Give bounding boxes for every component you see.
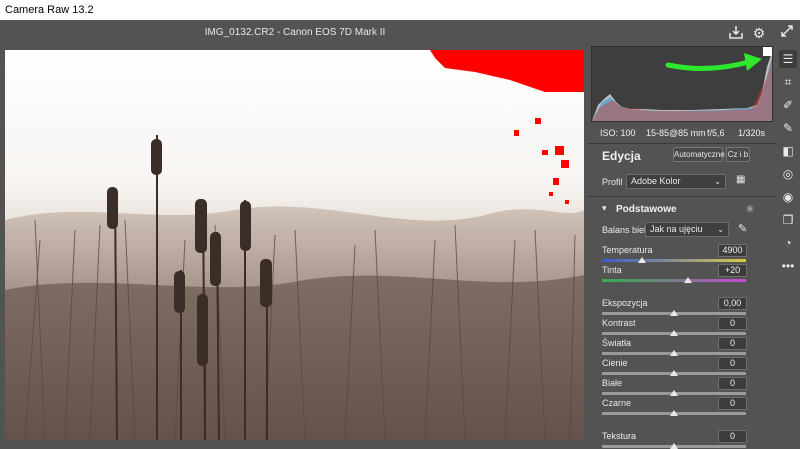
slider-thumb[interactable] (670, 330, 678, 336)
slider-value-input[interactable]: 0 (718, 430, 747, 443)
panel-title: Edycja (602, 149, 641, 163)
profile-label: Profil (602, 177, 623, 187)
fullscreen-icon[interactable] (778, 24, 796, 42)
chevron-down-icon[interactable]: ▾ (602, 203, 607, 214)
slider-track[interactable] (602, 279, 746, 282)
slider-value-input[interactable]: +20 (718, 264, 747, 277)
slider-label: Tinta (602, 265, 622, 275)
window-title: Camera Raw 13.2 (0, 0, 800, 20)
slider-label: Białe (602, 378, 623, 388)
more-icon[interactable]: ••• (779, 257, 797, 275)
visibility-eye-icon[interactable]: ◉ (746, 203, 754, 214)
file-name: IMG_0132.CR2 - Canon EOS 7D Mark II (204, 27, 386, 38)
profile-browser-icon[interactable]: ▦ (736, 174, 750, 188)
snapshots-icon[interactable]: ❐ (779, 211, 797, 229)
slider-value-input[interactable]: 0 (718, 377, 747, 390)
iso-value: ISO: 100 (600, 128, 636, 138)
profile-select[interactable]: Adobe Kolor ⌄ (626, 174, 726, 189)
slider-label: Tekstura (602, 431, 637, 441)
slider-thumb[interactable] (684, 277, 693, 283)
chevron-down-icon: ⌄ (714, 177, 721, 186)
aperture-value: f/5,6 (707, 128, 725, 138)
histogram[interactable] (591, 46, 773, 122)
gradient-icon[interactable]: ◧ (779, 142, 797, 160)
presets-icon[interactable]: ◔ (779, 234, 797, 252)
slider-label: Cienie (602, 358, 628, 368)
slider-thumb[interactable] (670, 410, 678, 416)
shutter-value: 1/320s (738, 128, 766, 138)
edit-panel: ISO: 100 15-85@85 mm f/5,6 1/320s Edycja… (588, 46, 776, 449)
white-balance-select[interactable]: Jak na ujęciu ⌄ (645, 222, 729, 237)
slider-value-input[interactable]: 0 (718, 397, 747, 410)
slider-value-input[interactable]: 4900 (718, 244, 747, 257)
brush-icon[interactable]: ✎ (779, 119, 797, 137)
chevron-down-icon: ⌄ (717, 225, 724, 234)
slider-track[interactable] (602, 259, 746, 262)
slider-value-input[interactable]: 0 (718, 357, 747, 370)
slider-thumb[interactable] (670, 310, 678, 316)
profile-value: Adobe Kolor (631, 176, 681, 186)
slider-value-input[interactable]: 0 (718, 317, 747, 330)
slider-label: Światła (602, 338, 632, 348)
save-icon[interactable] (727, 24, 745, 42)
bw-button[interactable]: Cz i b (726, 147, 750, 162)
slider-label: Czarne (602, 398, 632, 408)
slider-thumb[interactable] (670, 390, 678, 396)
crop-icon[interactable]: ⌗ (779, 73, 797, 91)
eyedropper-icon[interactable]: ✎ (738, 222, 747, 235)
white-balance-label: Balans bieli (602, 225, 649, 235)
divider (588, 143, 776, 144)
tool-strip: ☰ ⌗ ✐ ✎ ◧ ◎ ◉ ❐ ◔ ••• (776, 46, 800, 444)
section-basic-title[interactable]: Podstawowe (616, 204, 677, 215)
auto-button[interactable]: Automatyczne (673, 147, 725, 162)
camera-info: ISO: 100 15-85@85 mm f/5,6 1/320s (588, 125, 776, 143)
slider-label: Ekspozycja (602, 298, 648, 308)
slider-thumb[interactable] (638, 257, 647, 263)
radial-icon[interactable]: ◎ (779, 165, 797, 183)
slider-value-input[interactable]: 0,00 (718, 297, 747, 310)
image-preview[interactable] (5, 50, 584, 440)
divider (588, 196, 776, 197)
white-balance-value: Jak na ujęciu (650, 224, 703, 234)
healing-icon[interactable]: ✐ (779, 96, 797, 114)
lens-value: 15-85@85 mm (646, 128, 706, 138)
slider-label: Temperatura (602, 245, 653, 255)
slider-thumb[interactable] (670, 370, 678, 376)
gear-icon[interactable]: ⚙ (750, 24, 768, 42)
slider-thumb[interactable] (670, 350, 678, 356)
slider-value-input[interactable]: 0 (718, 337, 747, 350)
edit-icon[interactable]: ☰ (779, 50, 797, 68)
slider-label: Kontrast (602, 318, 636, 328)
top-bar: IMG_0132.CR2 - Canon EOS 7D Mark II ⚙ (0, 20, 800, 46)
redeye-icon[interactable]: ◉ (779, 188, 797, 206)
